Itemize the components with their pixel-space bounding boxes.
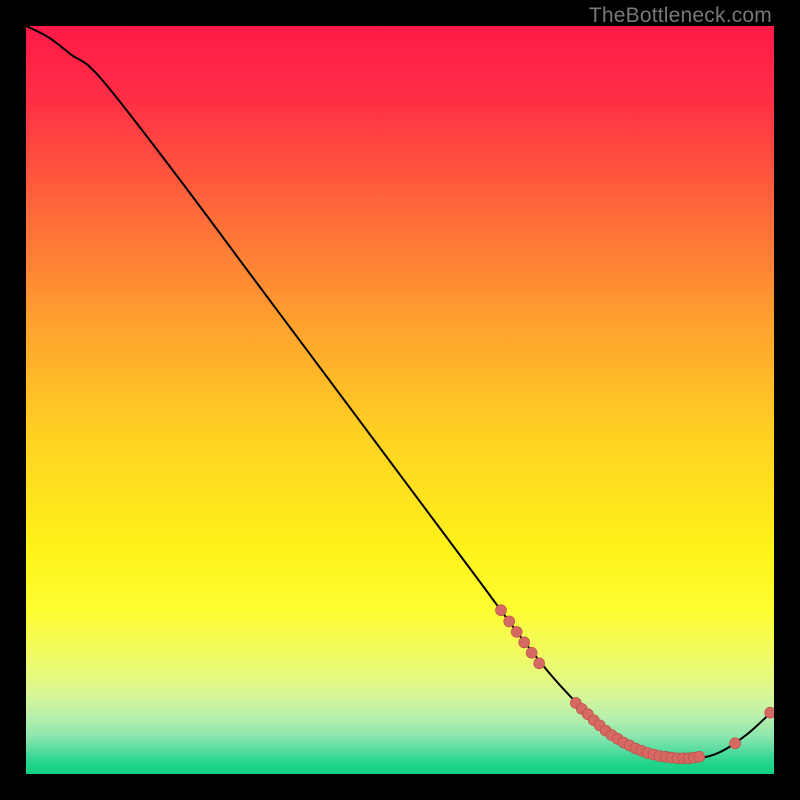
watermark-label: TheBottleneck.com <box>589 4 772 28</box>
data-marker <box>694 751 705 762</box>
data-marker <box>534 658 545 669</box>
chart-svg <box>26 26 774 774</box>
data-marker <box>730 738 741 749</box>
data-marker <box>504 616 515 627</box>
data-marker <box>495 605 506 616</box>
data-marker <box>526 647 537 658</box>
gradient-background <box>26 26 774 774</box>
chart-plot-area <box>26 26 774 774</box>
data-marker <box>519 637 530 648</box>
data-marker <box>765 707 774 718</box>
chart-stage: TheBottleneck.com <box>0 0 800 800</box>
data-marker <box>511 626 522 637</box>
